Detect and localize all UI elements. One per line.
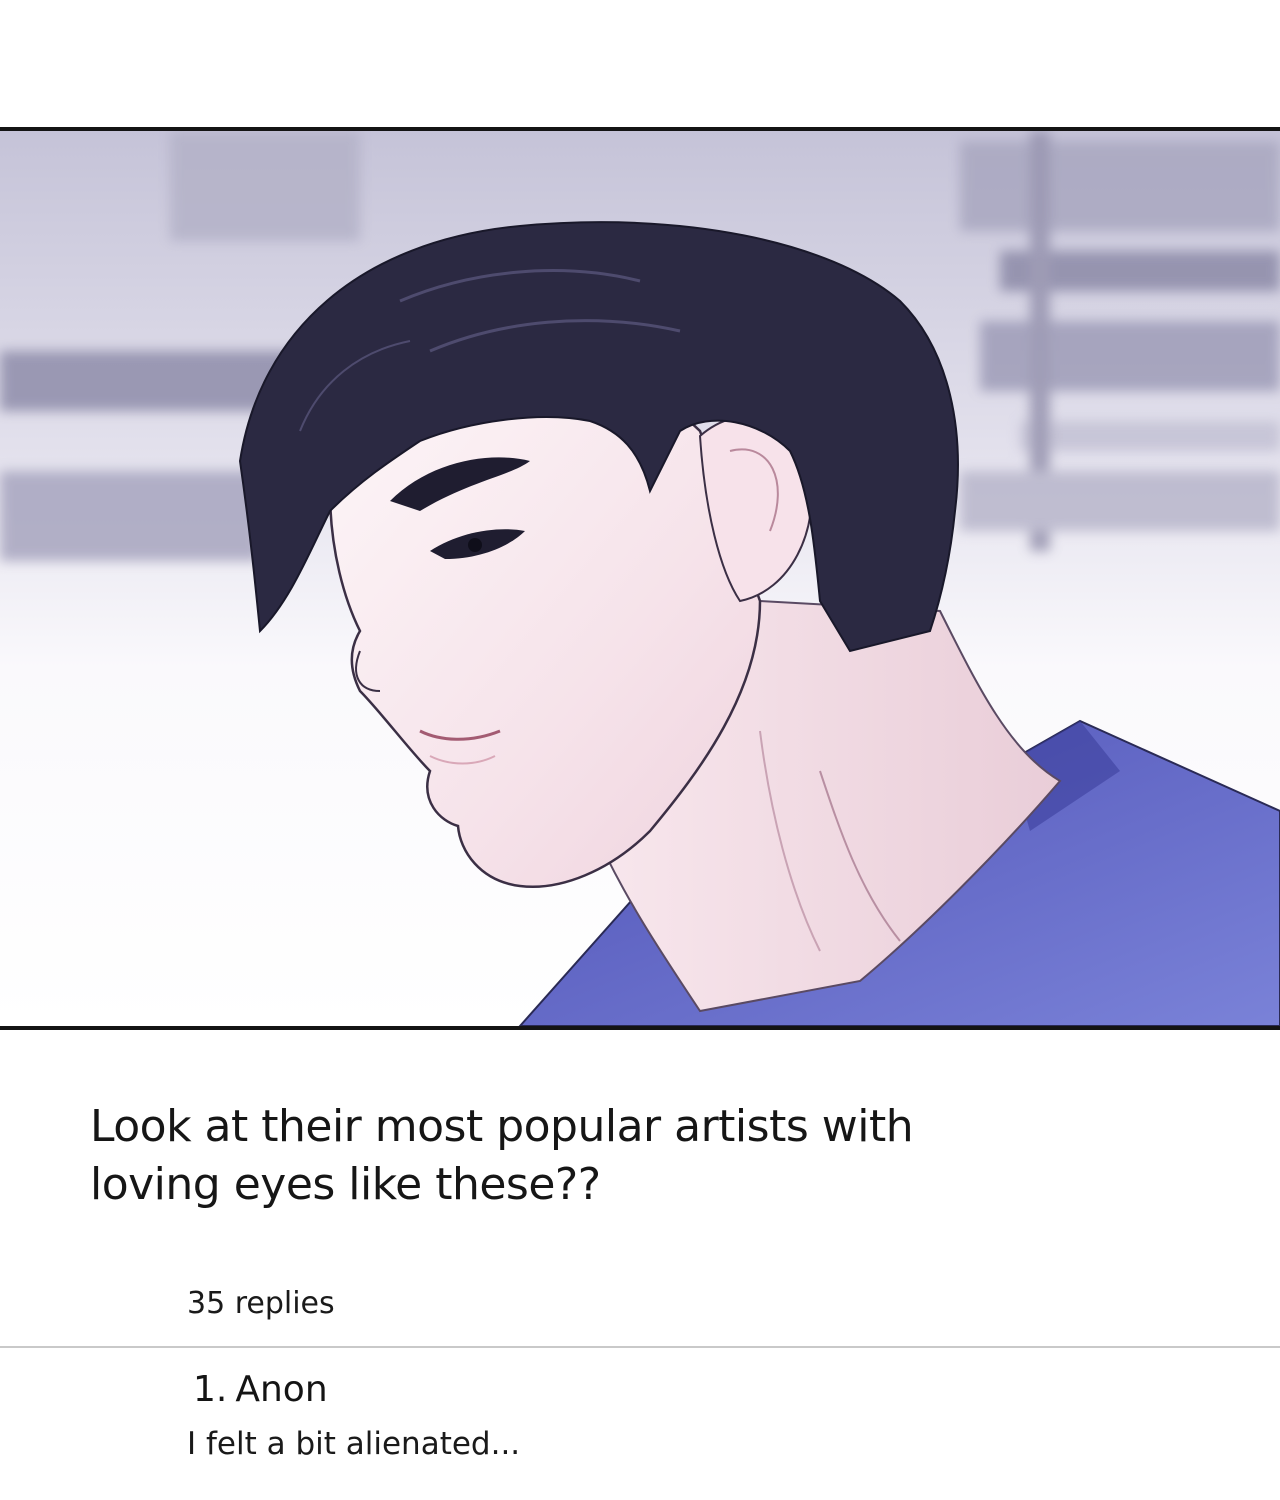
reply-count[interactable]: 35 replies: [187, 1284, 335, 1324]
reply-index: 1.: [193, 1369, 228, 1410]
reply-author: Anon: [235, 1369, 328, 1410]
reply-author-line: 1. Anon: [193, 1368, 1193, 1412]
post-text-line-2: loving eyes like these??: [90, 1159, 601, 1210]
comic-panel: [0, 127, 1280, 1030]
comic-illustration: [0, 131, 1280, 1026]
divider: [0, 1346, 1280, 1348]
reply-item: 1. Anon I felt a bit alienated...: [187, 1368, 1193, 1464]
reply-text: I felt a bit alienated...: [187, 1426, 521, 1462]
post-text: Look at their most popular artists with …: [90, 1098, 1190, 1214]
post-text-line-1: Look at their most popular artists with: [90, 1101, 914, 1152]
